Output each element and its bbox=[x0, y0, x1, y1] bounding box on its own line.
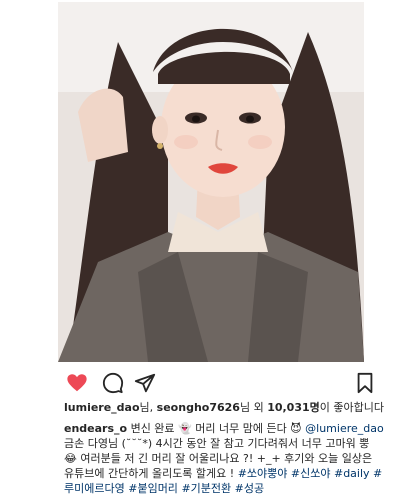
instagram-post: lumiere_dao님, seongho7626님 외 10,031명이 좋아… bbox=[0, 0, 420, 500]
liker-username[interactable]: seongho7626 bbox=[157, 401, 240, 414]
hashtag[interactable]: #기분전환 bbox=[181, 482, 231, 495]
post-photo[interactable] bbox=[58, 2, 364, 362]
bookmark-icon[interactable] bbox=[354, 372, 376, 394]
caption-text: 변신 완료 👻 머리 너무 맘에 든다 😈 bbox=[127, 422, 306, 435]
liker-username[interactable]: lumiere_dao bbox=[64, 401, 140, 414]
hashtag[interactable]: #쏘야뿡야 bbox=[238, 467, 288, 480]
mention-link[interactable]: @lumiere_dao bbox=[305, 422, 384, 435]
likes-connector: 님, bbox=[139, 401, 157, 414]
selfie-illustration bbox=[58, 2, 364, 362]
caption-username[interactable]: endears_o bbox=[64, 422, 127, 435]
likes-line: lumiere_dao님, seongho7626님 외 10,031명이 좋아… bbox=[64, 400, 384, 415]
hashtag[interactable]: #성공 bbox=[235, 482, 264, 495]
caption: endears_o 변신 완료 👻 머리 너무 맘에 든다 😈 @lumiere… bbox=[64, 421, 384, 499]
hashtag[interactable]: #붙임머리 bbox=[128, 482, 178, 495]
comment-icon[interactable] bbox=[102, 372, 124, 394]
action-bar bbox=[58, 370, 376, 396]
share-icon[interactable] bbox=[134, 372, 156, 394]
hashtag[interactable]: #daily bbox=[334, 467, 370, 480]
likes-count[interactable]: 10,031명 bbox=[267, 401, 320, 414]
likes-connector: 님 외 bbox=[239, 401, 268, 414]
heart-icon[interactable] bbox=[66, 372, 88, 394]
likes-suffix: 이 좋아합니다 bbox=[319, 401, 384, 414]
hashtag[interactable]: #신쏘야 bbox=[291, 467, 331, 480]
